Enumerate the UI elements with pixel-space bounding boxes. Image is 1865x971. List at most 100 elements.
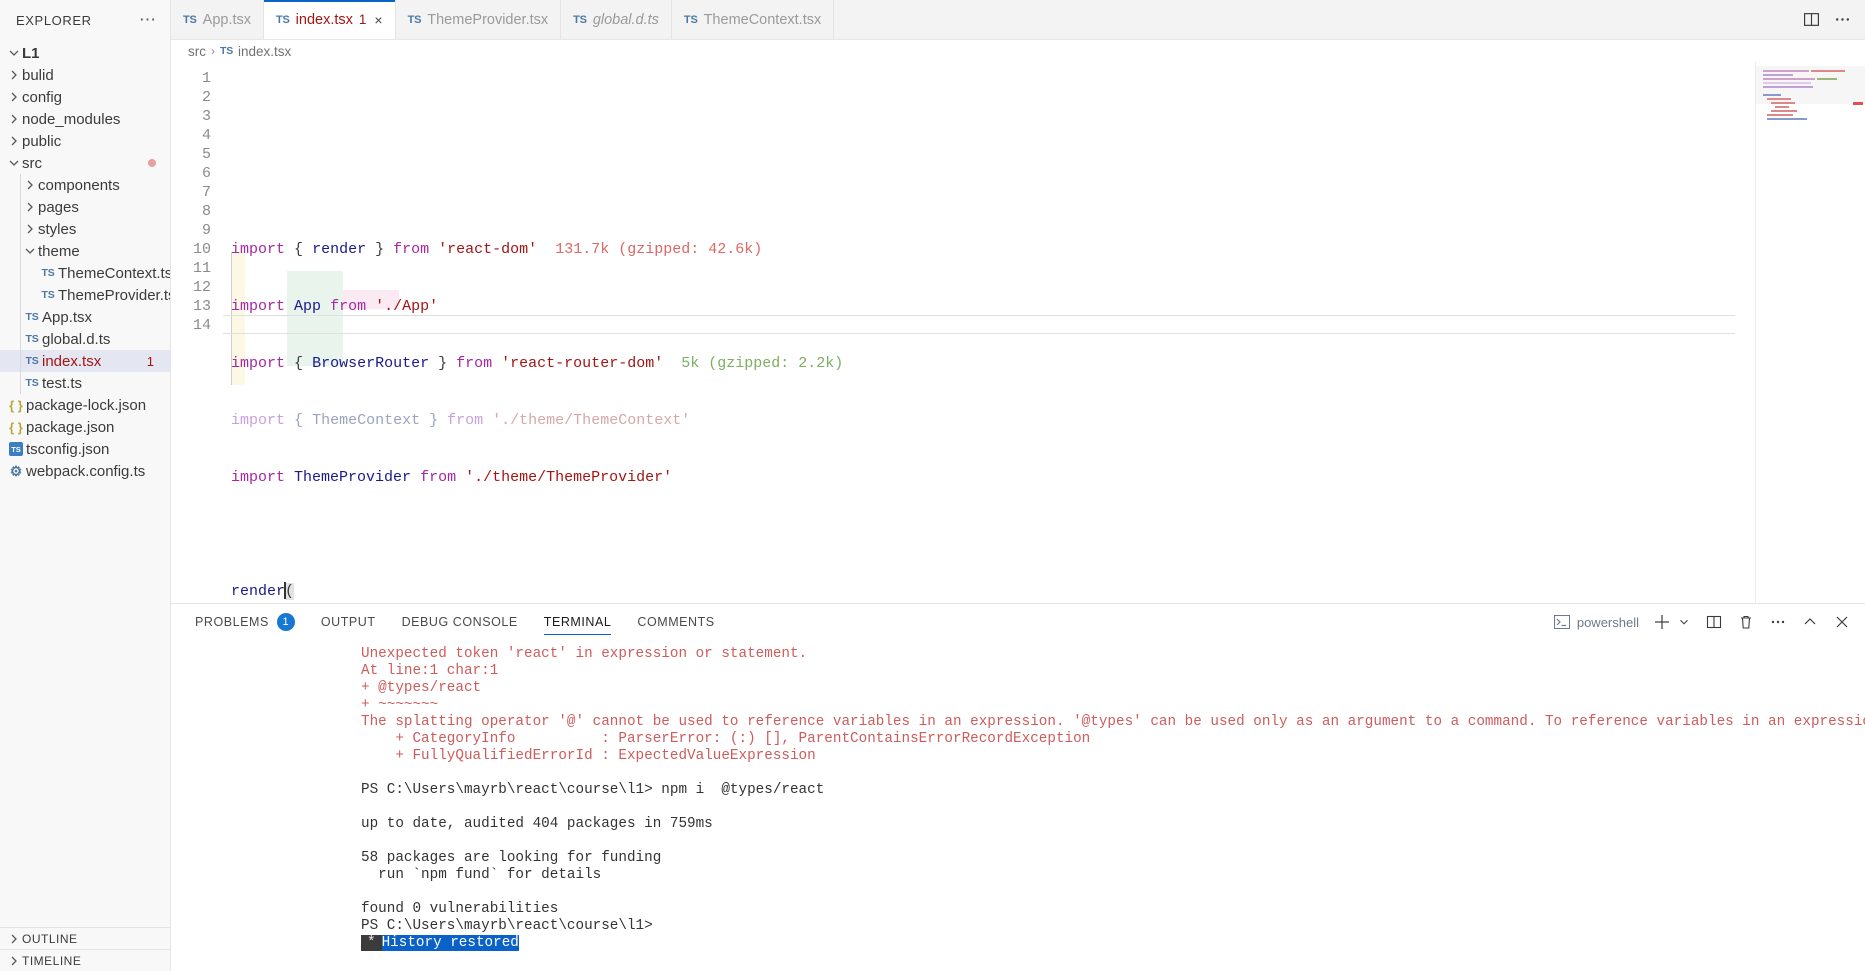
panel-tab-problems[interactable]: PROBLEMS 1 bbox=[195, 604, 295, 640]
code-line: import { ThemeContext } from './theme/Th… bbox=[231, 412, 691, 429]
chevron-right-icon[interactable] bbox=[6, 133, 22, 149]
code-content[interactable]: import { render } from 'react-dom' 131.7… bbox=[223, 62, 1865, 603]
tree-item-global-d-ts[interactable]: TS global.d.ts bbox=[0, 328, 170, 350]
editor-tab-label: ThemeContext.tsx bbox=[703, 11, 822, 28]
code-editor[interactable]: 1 2 3 4 5 6 7 8 9 10 11 12 13 14 import { render } fr… bbox=[171, 62, 1865, 603]
tree-item-webpack-config-ts[interactable]: ⚙ webpack.config.ts bbox=[0, 460, 170, 482]
sidebar-section-timeline[interactable]: TIMELINE bbox=[0, 949, 170, 971]
line-number: 6 bbox=[201, 165, 211, 182]
editor-tab-label: ThemeProvider.tsx bbox=[427, 11, 549, 28]
terminal-line: Unexpected token 'react' in expression o… bbox=[361, 646, 808, 662]
chevron-right-icon[interactable] bbox=[6, 89, 22, 105]
editor-tabs[interactable]: TS App.tsx TS index.tsx 1 × TS ThemeProvider.ts… bbox=[171, 0, 1789, 39]
line-number: 2 bbox=[201, 89, 211, 106]
line-number: 1 bbox=[201, 70, 211, 87]
line-number: 12 bbox=[192, 279, 211, 296]
tree-item-bulid[interactable]: bulid bbox=[0, 64, 170, 86]
minimap-line bbox=[1763, 78, 1815, 80]
tree-item-label: src bbox=[22, 154, 42, 172]
minimap-line bbox=[1817, 78, 1837, 80]
tree-item-package-json[interactable]: { } package.json bbox=[0, 416, 170, 438]
tree-root-L1[interactable]: L1 bbox=[0, 42, 170, 64]
tree-item-styles[interactable]: styles bbox=[0, 218, 170, 240]
editor-tab-themecontext-tsx[interactable]: TS ThemeContext.tsx bbox=[672, 0, 835, 39]
sidebar-section-label: TIMELINE bbox=[22, 953, 82, 968]
chevron-right-icon[interactable] bbox=[6, 67, 22, 83]
ts-file-icon: TS bbox=[41, 267, 55, 279]
panel-tab-label: OUTPUT bbox=[320, 615, 376, 629]
split-terminal-icon[interactable] bbox=[1705, 613, 1723, 631]
explorer-header: EXPLORER ⋯ bbox=[0, 0, 170, 40]
panel-tab-terminal[interactable]: TERMINAL bbox=[543, 604, 612, 640]
close-panel-icon[interactable] bbox=[1833, 613, 1851, 631]
terminal-shell-selector[interactable]: powershell bbox=[1553, 615, 1639, 630]
bottom-panel: PROBLEMS 1 OUTPUT DEBUG CONSOLE TERMINAL COMM… bbox=[171, 603, 1865, 971]
ts-file-icon: TS bbox=[25, 355, 39, 367]
chevron-right-icon[interactable] bbox=[22, 221, 38, 237]
tree-indent-guide bbox=[20, 350, 21, 372]
tree-item-label: global.d.ts bbox=[42, 330, 111, 348]
breadcrumb-file[interactable]: index.tsx bbox=[238, 44, 291, 59]
panel-tabs[interactable]: PROBLEMS 1 OUTPUT DEBUG CONSOLE TERMINAL COMM… bbox=[195, 604, 715, 640]
editor-tab-global-d-ts[interactable]: TS global.d.ts bbox=[561, 0, 672, 39]
breadcrumb[interactable]: src › TS index.tsx bbox=[171, 40, 1865, 62]
tree-item-test-ts[interactable]: TS test.ts bbox=[0, 372, 170, 394]
tree-item-tsconfig-json[interactable]: TS tsconfig.json bbox=[0, 438, 170, 460]
tree-item-src[interactable]: src bbox=[0, 152, 170, 174]
tree-item-components[interactable]: components bbox=[0, 174, 170, 196]
tree-root-label: L1 bbox=[22, 44, 40, 62]
editor-tab-app-tsx[interactable]: TS App.tsx bbox=[171, 0, 265, 39]
chevron-right-icon[interactable] bbox=[22, 199, 38, 215]
tree-item-app-tsx[interactable]: TS App.tsx bbox=[0, 306, 170, 328]
tree-item-node-modules[interactable]: node_modules bbox=[0, 108, 170, 130]
terminal-line: + FullyQualifiedErrorId : ExpectedValueE… bbox=[361, 748, 816, 764]
webpack-file-icon: ⚙ bbox=[9, 462, 23, 479]
explorer-title: EXPLORER bbox=[16, 12, 92, 28]
tree-item-index-tsx[interactable]: TS index.tsx 1 bbox=[0, 350, 170, 372]
split-editor-icon[interactable] bbox=[1803, 11, 1820, 28]
more-actions-icon[interactable] bbox=[1834, 11, 1851, 28]
tree-item-label: styles bbox=[38, 220, 77, 238]
chevron-right-icon[interactable] bbox=[6, 111, 22, 127]
line-number: 7 bbox=[201, 184, 211, 201]
trash-icon[interactable] bbox=[1737, 613, 1755, 631]
more-actions-icon[interactable] bbox=[1769, 613, 1787, 631]
panel-tab-debug-console[interactable]: DEBUG CONSOLE bbox=[402, 604, 518, 640]
tree-item-label: index.tsx bbox=[42, 352, 102, 370]
maximize-panel-icon[interactable] bbox=[1801, 613, 1819, 631]
tree-item-label: ThemeProvider.tsx bbox=[58, 286, 170, 304]
editor-tab-themeprovider-tsx[interactable]: TS ThemeProvider.tsx bbox=[396, 0, 562, 39]
line-number: 8 bbox=[201, 203, 211, 220]
close-tab-icon[interactable]: × bbox=[374, 12, 382, 28]
tree-item-pages[interactable]: pages bbox=[0, 196, 170, 218]
tree-indent-guide bbox=[20, 372, 21, 394]
tree-item-label: webpack.config.ts bbox=[26, 462, 146, 480]
editor-tab-index-tsx[interactable]: TS index.tsx 1 × bbox=[264, 0, 396, 39]
terminal-line: up to date, audited 404 packages in 759m… bbox=[361, 816, 713, 832]
chevron-down-icon[interactable] bbox=[22, 243, 38, 259]
minimap[interactable] bbox=[1755, 62, 1865, 603]
problem-count-badge: 1 bbox=[146, 353, 154, 369]
tree-item-theme[interactable]: theme bbox=[0, 240, 170, 262]
tree-item-themeprovider-tsx[interactable]: TSThemeProvider.tsx bbox=[0, 284, 170, 306]
ellipsis-icon[interactable]: ⋯ bbox=[133, 11, 162, 28]
new-terminal-icon[interactable] bbox=[1653, 613, 1671, 631]
tree-indent-guide bbox=[20, 174, 21, 196]
file-tree[interactable]: L1 bulid config node_modules public src compo… bbox=[0, 40, 170, 927]
sidebar-section-outline[interactable]: OUTLINE bbox=[0, 927, 170, 949]
chevron-down-icon[interactable] bbox=[1677, 615, 1691, 629]
chevron-down-icon[interactable] bbox=[6, 155, 22, 171]
panel-tab-comments[interactable]: COMMENTS bbox=[637, 604, 714, 640]
tree-item-package-lock-json[interactable]: { } package-lock.json bbox=[0, 394, 170, 416]
tree-item-label: theme bbox=[38, 242, 80, 260]
terminal-output[interactable]: Unexpected token 'react' in expression o… bbox=[171, 640, 1865, 971]
tree-item-public[interactable]: public bbox=[0, 130, 170, 152]
breadcrumb-folder[interactable]: src bbox=[188, 44, 206, 59]
panel-tab-output[interactable]: OUTPUT bbox=[321, 604, 376, 640]
terminal-line: PS C:\Users\mayrb\react\course\l1> bbox=[361, 918, 653, 934]
line-number: 5 bbox=[201, 146, 211, 163]
tree-item-themecontext-tsx[interactable]: TS ThemeContext.tsx bbox=[0, 262, 170, 284]
chevron-right-icon[interactable] bbox=[22, 177, 38, 193]
tree-item-config[interactable]: config bbox=[0, 86, 170, 108]
